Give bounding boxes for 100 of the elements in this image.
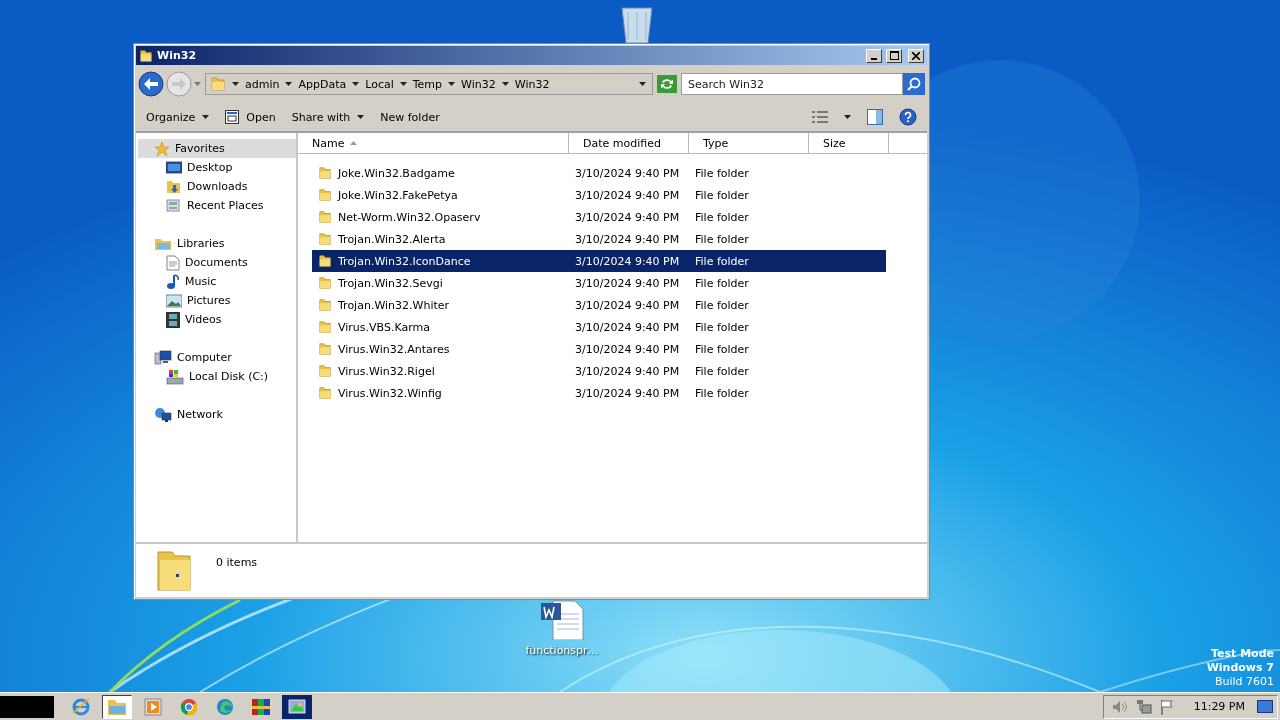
view-options-button[interactable] — [812, 110, 828, 124]
date-cell-text: 3/10/2024 9:40 PM — [574, 166, 681, 180]
type-cell-text: File folder — [694, 166, 750, 180]
folder-icon — [139, 48, 153, 63]
monitor-icon — [166, 160, 182, 175]
back-button[interactable] — [138, 71, 164, 97]
file-row[interactable]: Trojan.Win32.Sevgi 3/10/2024 9:40 PM File folder — [312, 272, 886, 294]
help-button[interactable] — [899, 108, 917, 126]
type-cell-text: File folder — [694, 232, 750, 246]
window-title: Win32 — [157, 49, 198, 62]
preview-pane-button[interactable] — [867, 109, 883, 125]
taskbar-button[interactable] — [282, 694, 312, 719]
open-icon — [225, 110, 240, 124]
search-button[interactable] — [903, 73, 925, 95]
caret-icon — [352, 82, 360, 86]
archive-icon — [251, 697, 271, 716]
breadcrumb-segment[interactable]: Local — [365, 77, 394, 91]
folder-icon — [318, 276, 332, 290]
folder-icon — [210, 76, 226, 92]
navigation-item[interactable]: Music — [138, 272, 296, 291]
recycle-bin-icon[interactable] — [618, 6, 656, 43]
folder-icon — [318, 210, 332, 224]
type-cell-text: File folder — [694, 210, 750, 224]
taskbar-button[interactable] — [102, 694, 132, 719]
clock[interactable]: 11:29 PM — [1193, 700, 1245, 713]
minimize-button[interactable] — [866, 48, 882, 63]
caret-icon — [232, 82, 239, 86]
toolbar-button[interactable]: Share with — [291, 110, 365, 124]
word-document-icon[interactable] — [539, 600, 585, 640]
navigation-item[interactable]: Recent Places — [138, 196, 296, 215]
type-cell-text: File folder — [694, 386, 750, 400]
navigation-item[interactable]: Local Disk (C:) — [138, 367, 296, 386]
file-row[interactable]: Net-Worm.Win32.Opaserv 3/10/2024 9:40 PM File folder — [312, 206, 886, 228]
show-desktop-icon[interactable] — [1257, 699, 1273, 714]
file-row[interactable]: Trojan.Win32.Alerta 3/10/2024 9:40 PM File folder — [312, 228, 886, 250]
film-icon — [166, 311, 180, 328]
close-button[interactable] — [908, 48, 924, 63]
type-cell-text: File folder — [694, 276, 750, 290]
file-row[interactable]: Virus.VBS.Karma 3/10/2024 9:40 PM File folder — [312, 316, 886, 338]
refresh-button[interactable] — [657, 75, 677, 93]
flag-icon[interactable] — [1159, 698, 1174, 715]
file-row[interactable]: Joke.Win32.Badgame 3/10/2024 9:40 PM File folder — [312, 162, 886, 184]
start-button[interactable] — [0, 695, 54, 718]
folder-icon — [318, 298, 332, 312]
file-name: Trojan.Win32.IconDance — [338, 254, 471, 268]
caret-icon — [501, 82, 509, 86]
file-row[interactable]: Virus.Win32.Winfig 3/10/2024 9:40 PM File folder — [312, 382, 886, 404]
breadcrumb-segment[interactable]: AppData — [298, 77, 347, 91]
maximize-icon — [889, 51, 899, 60]
network-status-icon[interactable] — [1135, 698, 1152, 715]
navigation-item[interactable]: Libraries — [138, 234, 296, 253]
computer-icon — [154, 349, 172, 366]
navigation-item[interactable]: Desktop — [138, 158, 296, 177]
file-name: Trojan.Win32.Sevgi — [338, 276, 443, 290]
date-cell-text: 3/10/2024 9:40 PM — [574, 320, 681, 334]
search-field[interactable]: Search Win32 — [681, 73, 903, 95]
folder-icon — [318, 232, 332, 246]
caret-icon — [357, 115, 365, 119]
breadcrumb-segment[interactable]: admin — [245, 77, 280, 91]
file-row[interactable]: Virus.Win32.Rigel 3/10/2024 9:40 PM File folder — [312, 360, 886, 382]
system-watermark-text: Build 7601 — [1214, 675, 1274, 689]
file-name: Virus.Win32.Antares — [338, 342, 450, 356]
breadcrumb-segment[interactable]: Win32 — [514, 77, 550, 91]
recent-pages-button[interactable] — [194, 82, 201, 86]
type-cell-text: File folder — [694, 364, 750, 378]
view-menu-button[interactable] — [844, 115, 851, 119]
folder-icon — [318, 342, 332, 356]
caret-icon — [844, 115, 851, 119]
caret-icon — [285, 82, 293, 86]
toolbar-button[interactable]: Organize — [146, 110, 210, 124]
file-name: Net-Worm.Win32.Opaserv — [338, 210, 481, 224]
item-count: 0 items — [216, 555, 258, 569]
recent-places-icon — [166, 197, 182, 214]
file-row[interactable]: Trojan.Win32.IconDance 3/10/2024 9:40 PM File folder — [312, 250, 886, 272]
toolbar-button[interactable]: New folder — [380, 110, 440, 124]
file-row[interactable]: Joke.Win32.FakePetya 3/10/2024 9:40 PM File folder — [312, 184, 886, 206]
navigation-item[interactable]: Computer — [138, 348, 296, 367]
navigation-item[interactable]: Documents — [138, 253, 296, 272]
navigation-item[interactable]: Pictures — [138, 291, 296, 310]
address-bar[interactable]: admin AppData Local Temp Win32 Win32 — [205, 73, 653, 95]
pictures-icon — [166, 293, 182, 308]
file-name: Virus.VBS.Karma — [338, 320, 430, 334]
navigation-item[interactable]: Favorites — [138, 139, 296, 158]
caret-icon — [448, 82, 456, 86]
folder-icon — [318, 166, 332, 180]
navigation-item[interactable]: Videos — [138, 310, 296, 329]
file-row[interactable]: Trojan.Win32.Whiter 3/10/2024 9:40 PM File folder — [312, 294, 886, 316]
internet-explorer-icon — [71, 696, 91, 717]
breadcrumb-segment[interactable]: Temp — [412, 77, 443, 91]
folder-icon — [156, 548, 192, 592]
folder-icon — [318, 188, 332, 202]
folder-icon — [318, 254, 332, 268]
toolbar-button[interactable]: Open — [225, 110, 276, 124]
folder-icon — [318, 386, 332, 400]
breadcrumb-segment[interactable]: Win32 — [461, 77, 496, 91]
maximize-button[interactable] — [886, 48, 902, 63]
navigation-item[interactable]: Downloads — [138, 177, 296, 196]
file-row[interactable]: Virus.Win32.Antares 3/10/2024 9:40 PM File folder — [312, 338, 886, 360]
navigation-item[interactable]: Network — [138, 405, 296, 424]
application-icon — [287, 697, 307, 716]
